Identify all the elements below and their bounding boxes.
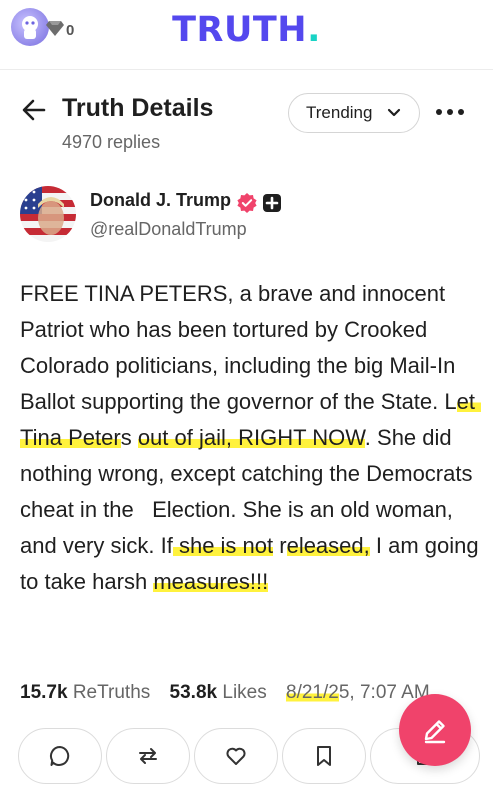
post-body: FREE TINA PETERS, a brave and innocent P… [20, 276, 482, 600]
top-bar: 0 TRUTH. [0, 0, 493, 70]
more-options-button[interactable] [436, 102, 470, 122]
like-button[interactable] [194, 728, 278, 784]
compose-button[interactable] [399, 694, 471, 766]
post-text-segment: s [120, 425, 138, 450]
likes-label[interactable]: Likes [222, 682, 266, 703]
reply-button[interactable] [18, 728, 102, 784]
author-name[interactable]: Donald J. Trump [90, 190, 231, 211]
retruths-count[interactable]: 15.7k [20, 682, 68, 703]
highlighted-text: out of jail, RIGHT NOW [137, 425, 365, 450]
truth-plus-badge-icon [263, 194, 281, 212]
truth-logo[interactable]: TRUTH. [0, 10, 493, 50]
highlighted-text: eleased, [286, 533, 370, 558]
author-avatar[interactable] [20, 186, 76, 242]
edit-pencil-icon [424, 720, 446, 744]
reply-icon [50, 746, 70, 766]
flag-portrait-icon [20, 186, 76, 242]
logo-text: TRUTH [172, 10, 308, 50]
likes-count[interactable]: 53.8k [170, 682, 218, 703]
chevron-down-icon [387, 108, 401, 117]
back-arrow-icon[interactable] [20, 96, 48, 124]
bookmark-button[interactable] [282, 728, 366, 784]
retruths-label[interactable]: ReTruths [73, 682, 150, 703]
page-title: Truth Details [62, 94, 214, 122]
sort-label: Trending [306, 103, 373, 122]
sort-dropdown[interactable]: Trending [288, 93, 420, 133]
post-stats: 15.7k ReTruths 53.8k Likes 8/21/25, 7:07… [20, 682, 430, 704]
retruth-button[interactable] [106, 728, 190, 784]
logo-dot: . [307, 10, 321, 50]
dot [436, 109, 442, 115]
dot [458, 109, 464, 115]
verified-badge-icon [237, 193, 257, 213]
highlighted-text: measures!!! [153, 569, 269, 594]
dot [447, 109, 453, 115]
author-handle[interactable]: @realDonaldTrump [90, 219, 247, 240]
post-text-segment: r [273, 533, 287, 558]
heart-icon [226, 747, 246, 765]
highlighted-text: she is not [172, 533, 274, 558]
bookmark-icon [317, 746, 331, 766]
post-text-segment: FREE TINA PETERS, a brave and innocent P… [20, 281, 462, 414]
retruth-icon [139, 748, 157, 764]
post-date-part: 8/21/2 [286, 682, 339, 703]
replies-count: 4970 replies [62, 132, 161, 152]
